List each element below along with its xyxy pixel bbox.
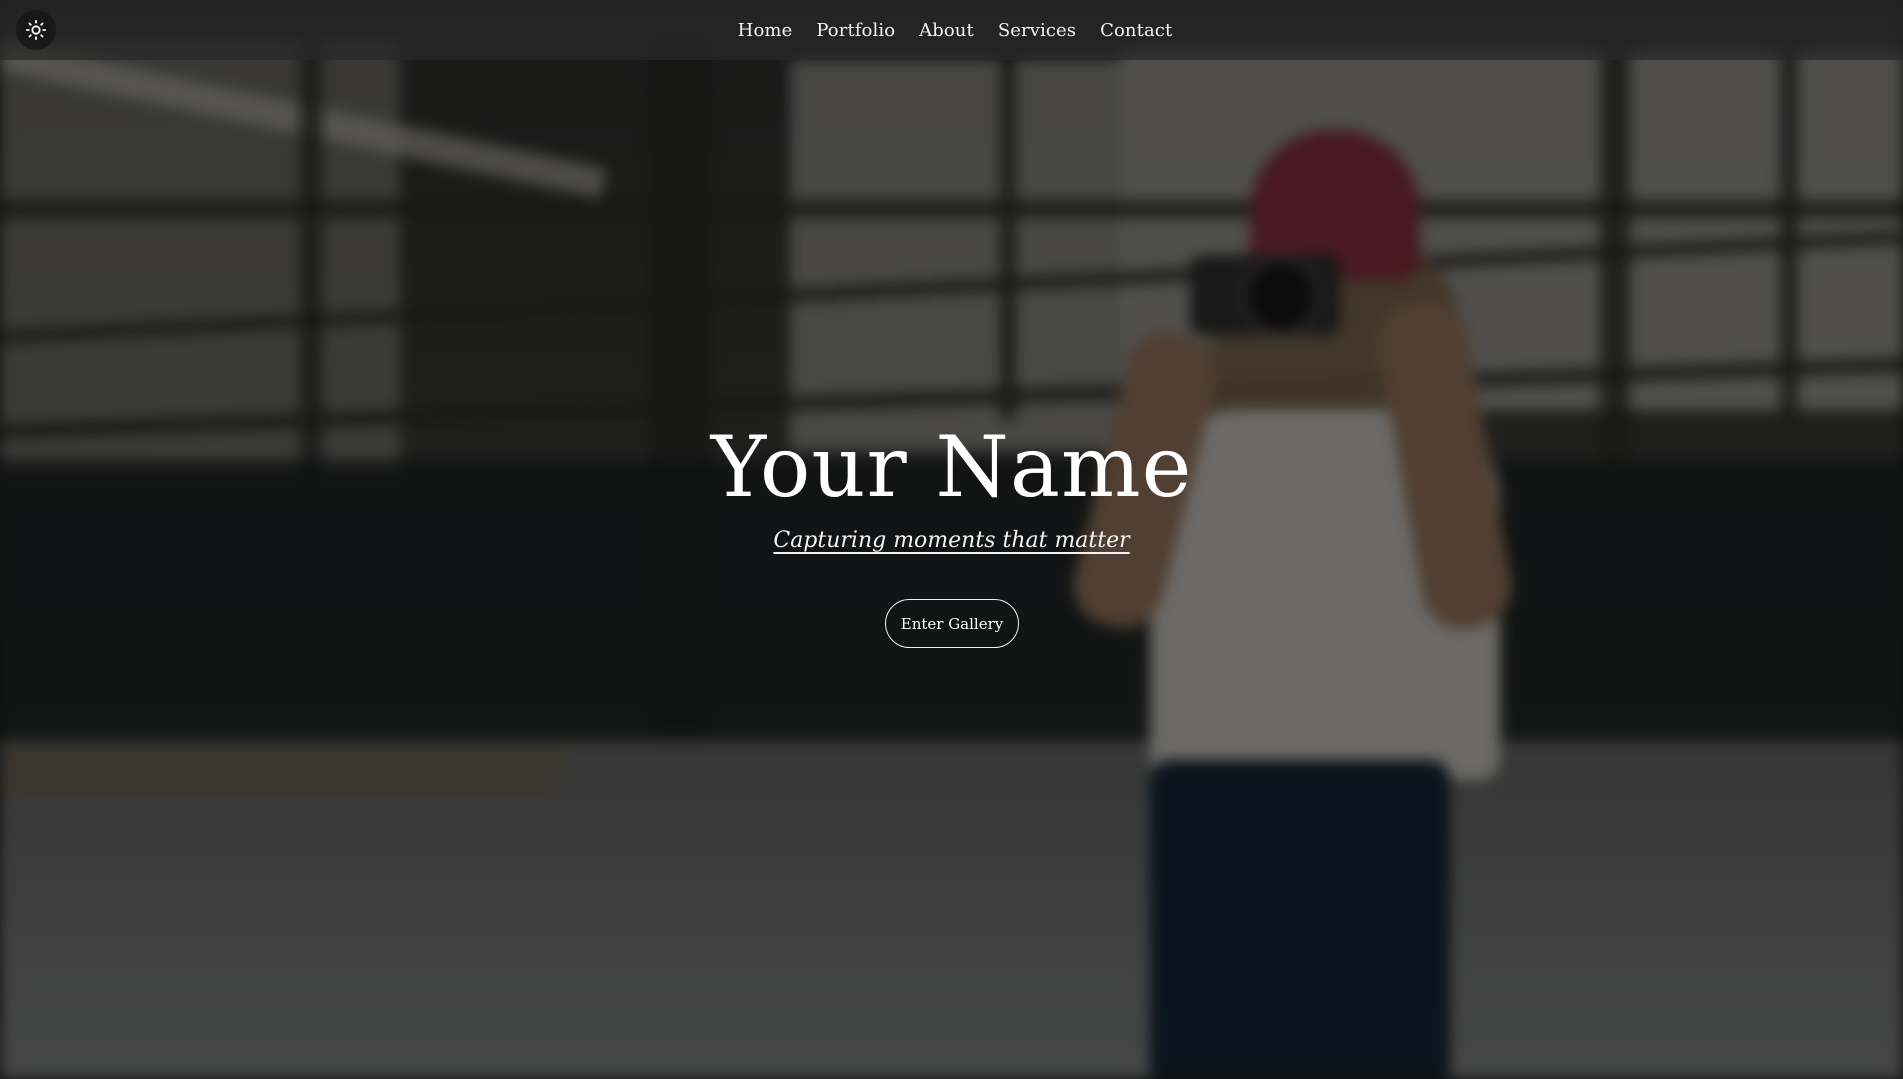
hero-tagline: Capturing moments that matter [773, 528, 1130, 553]
nav-link-portfolio[interactable]: Portfolio [816, 20, 895, 41]
hero-section: Your Name Capturing moments that matter … [0, 0, 1903, 1079]
nav-link-services[interactable]: Services [998, 20, 1076, 41]
nav-links: Home Portfolio About Services Contact [0, 0, 1903, 60]
nav-link-contact[interactable]: Contact [1100, 20, 1172, 41]
page: Your Name Capturing moments that matter … [0, 0, 1903, 1079]
enter-gallery-button[interactable]: Enter Gallery [885, 599, 1019, 648]
nav-link-about[interactable]: About [919, 20, 974, 41]
hero-title: Your Name [710, 418, 1193, 516]
nav-link-home[interactable]: Home [738, 20, 793, 41]
top-navbar: Home Portfolio About Services Contact [0, 0, 1903, 60]
